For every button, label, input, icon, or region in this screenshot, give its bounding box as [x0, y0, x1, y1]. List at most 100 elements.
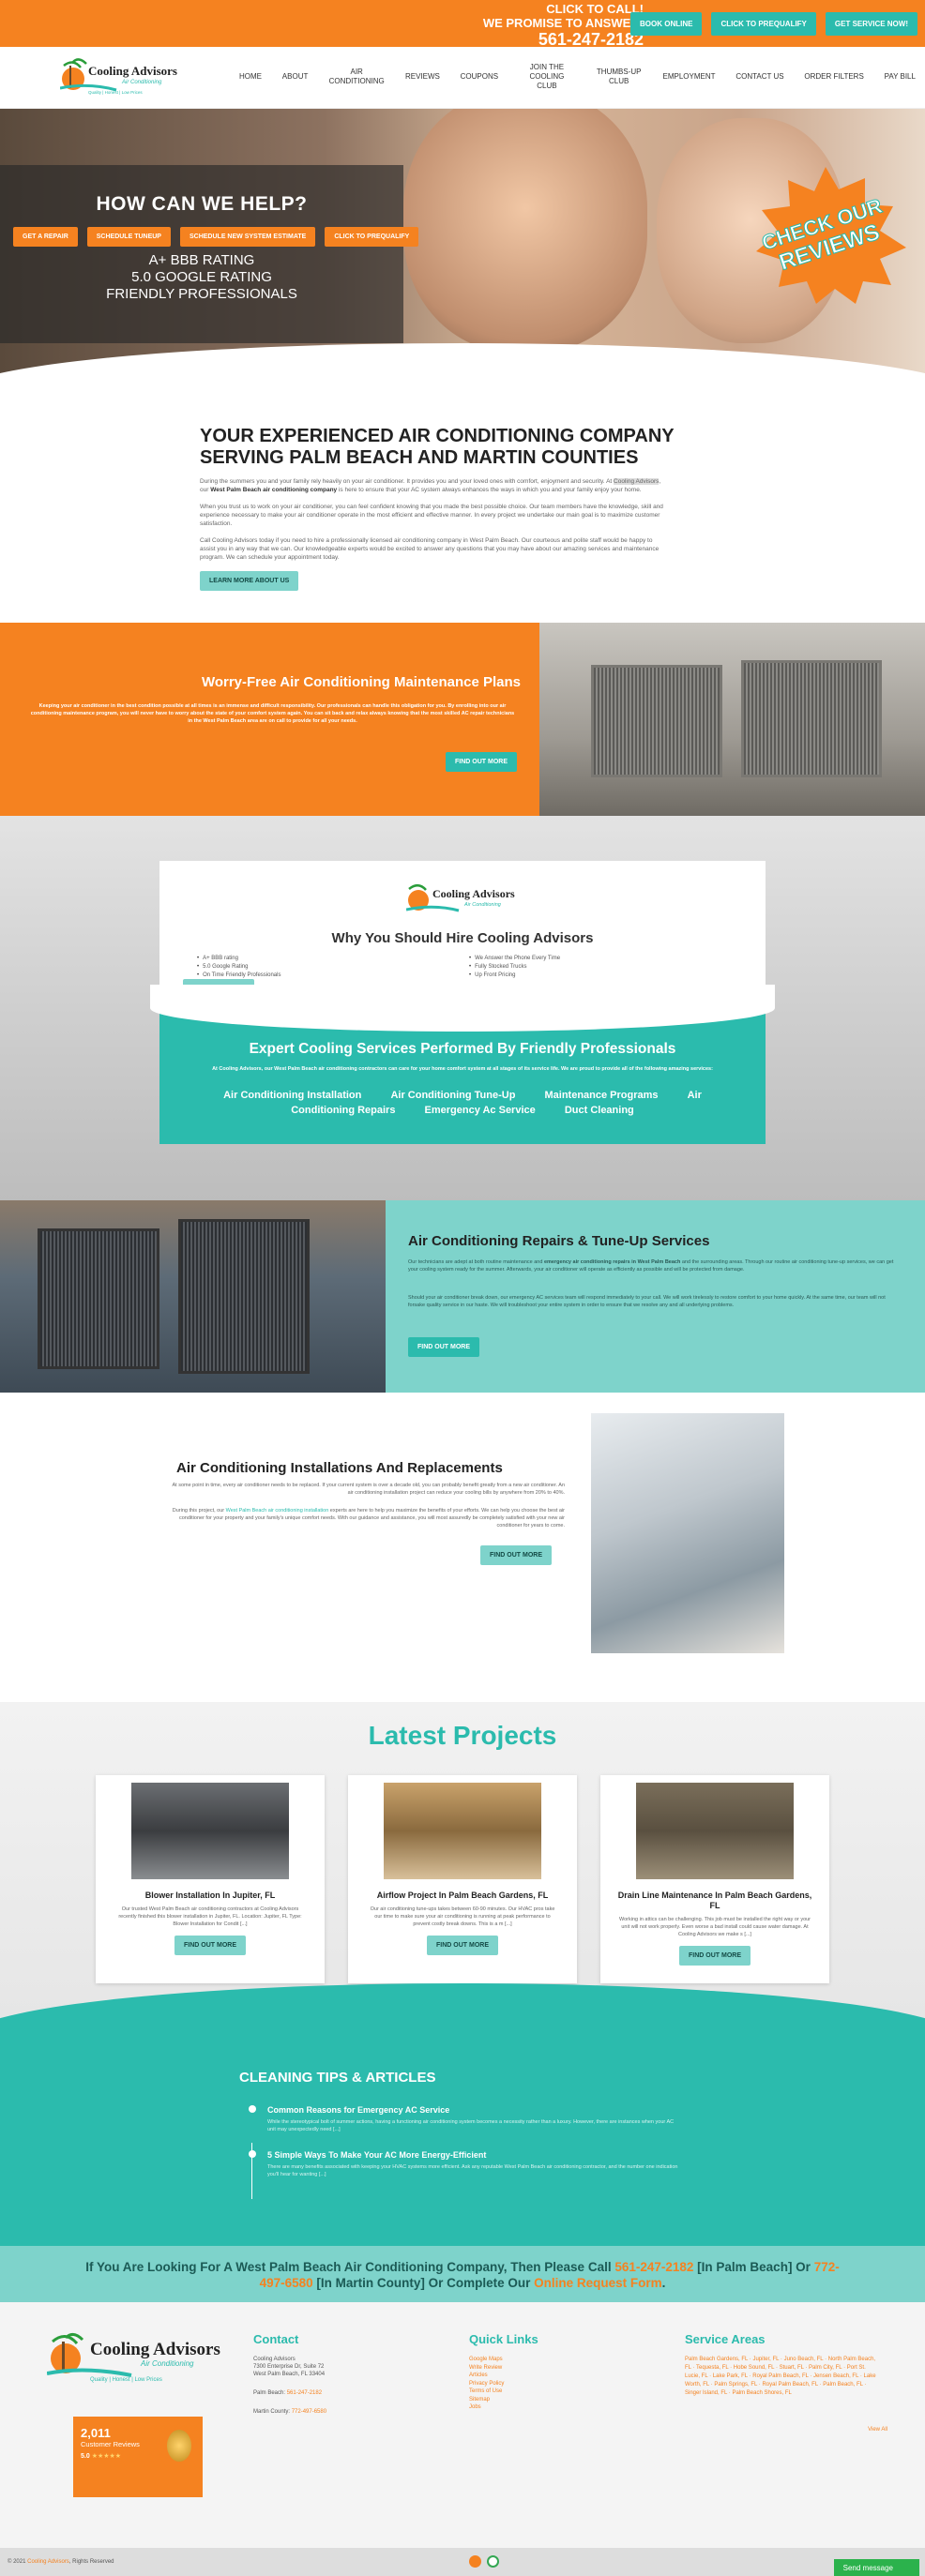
site-logo[interactable]: Cooling Advisors Air Conditioning Qualit…: [60, 56, 182, 98]
intro-paragraph-1: During the summers you and your family r…: [200, 478, 661, 493]
footer-link[interactable]: Articles: [469, 2372, 538, 2380]
main-nav: HOME ABOUT AIR CONDITIONING REVIEWS COUP…: [239, 58, 916, 96]
install-find-out-button[interactable]: FIND OUT MORE: [480, 1545, 552, 1565]
nav-thumbs-up-club[interactable]: THUMBS-UP CLUB: [596, 68, 643, 86]
intro-paragraph-2: When you trust us to work on your air co…: [200, 504, 663, 527]
expert-text: At Cooling Advisors, our West Palm Beach…: [212, 1066, 713, 1072]
latest-projects-section: Latest Projects Blower Installation In J…: [0, 1702, 925, 2021]
footer-logo-sub: Air Conditioning: [140, 2359, 194, 2368]
project-find-out-button[interactable]: FIND OUT MORE: [174, 1936, 246, 1955]
ac-unit-left: [591, 665, 722, 777]
list-item: Up Front Pricing: [469, 972, 560, 980]
projects-title: Latest Projects: [368, 1721, 557, 1750]
maintenance-text: Keeping your air conditioner in the best…: [30, 703, 515, 724]
facebook-icon[interactable]: [469, 2555, 481, 2568]
send-message-button[interactable]: Send message: [833, 2559, 919, 2576]
project-find-out-button[interactable]: FIND OUT MORE: [679, 1946, 751, 1966]
tip-item[interactable]: 5 Simple Ways To Make Your AC More Energ…: [249, 2150, 680, 2178]
repairs-find-out-button[interactable]: FIND OUT MORE: [408, 1337, 479, 1357]
nav-contact[interactable]: CONTACT US: [735, 72, 783, 82]
service-link[interactable]: Emergency Ac Service: [425, 1105, 536, 1116]
repairs-title: Air Conditioning Repairs & Tune-Up Servi…: [408, 1233, 710, 1249]
service-link[interactable]: Air Conditioning Installation: [223, 1090, 361, 1101]
site-footer: Cooling Advisors Air Conditioning Qualit…: [0, 2302, 925, 2548]
service-link[interactable]: Maintenance Programs: [545, 1090, 659, 1101]
prequalify-button[interactable]: CLICK TO PREQUALIFY: [711, 12, 816, 36]
schedule-tuneup-button[interactable]: SCHEDULE TUNEUP: [86, 227, 171, 247]
maintenance-section: Worry-Free Air Conditioning Maintenance …: [0, 623, 925, 816]
cta-phone-palm[interactable]: 561-247-2182: [614, 2260, 693, 2274]
click-to-call[interactable]: CLICK TO CALL! WE PROMISE TO ANSWER! 561…: [483, 2, 644, 49]
footer-link[interactable]: Sitemap: [469, 2396, 538, 2404]
get-service-button[interactable]: GET SERVICE NOW!: [825, 12, 917, 36]
tip-item[interactable]: Common Reasons for Emergency AC Service …: [249, 2105, 680, 2133]
tip-text: While the stereotypical bolt of summer a…: [267, 2119, 675, 2132]
tip-title[interactable]: 5 Simple Ways To Make Your AC More Energ…: [267, 2150, 680, 2160]
nav-reviews[interactable]: REVIEWS: [405, 72, 440, 82]
project-card[interactable]: Blower Installation In Jupiter, FL Our t…: [96, 1775, 325, 1983]
service-link[interactable]: Air Conditioning Tune-Up: [390, 1090, 515, 1101]
rating-google: 5.0 GOOGLE RATING: [131, 269, 272, 285]
nav-about[interactable]: ABOUT: [282, 72, 309, 82]
nav-employment[interactable]: EMPLOYMENT: [663, 72, 716, 82]
footer-contact: Contact Cooling Advisors 7300 Enterprise…: [253, 2332, 326, 2416]
footer-quick-links: Quick Links Google Maps Write Review Art…: [469, 2332, 538, 2412]
learn-more-button[interactable]: LEARN MORE ABOUT US: [200, 571, 299, 591]
install-link[interactable]: West Palm Beach air conditioning install…: [226, 1508, 329, 1514]
install-paragraph-1: At some point in time, every air conditi…: [172, 1483, 565, 1496]
project-text: Our trusted West Palm Beach air conditio…: [118, 1906, 302, 1927]
project-find-out-button[interactable]: FIND OUT MORE: [427, 1936, 498, 1955]
reviews-widget[interactable]: 2,011 Customer Reviews 5.0 ★★★★★: [73, 2417, 203, 2497]
nav-pay-bill[interactable]: PAY BILL: [885, 72, 916, 82]
copyright-link[interactable]: Cooling Advisors: [27, 2559, 69, 2565]
hero-ratings: A+ BBB RATING 5.0 GOOGLE RATING FRIENDLY…: [0, 252, 403, 303]
nav-cooling-club[interactable]: JOIN THE COOLING CLUB: [519, 63, 575, 91]
project-text: Working in attics can be challenging. Th…: [619, 1917, 811, 1937]
service-areas-list[interactable]: Palm Beach Gardens, FL · Jupiter, FL · J…: [685, 2356, 882, 2398]
service-link[interactable]: Conditioning Repairs: [291, 1105, 395, 1116]
tip-title[interactable]: Common Reasons for Emergency AC Service: [267, 2105, 680, 2115]
check-reviews-badge[interactable]: CHECK OUR REVIEWS: [741, 165, 910, 306]
star-icons: ★★★★★: [91, 2453, 122, 2460]
bullet-icon: [249, 2150, 256, 2158]
logo-sub: Air Conditioning: [121, 80, 162, 85]
project-card[interactable]: Drain Line Maintenance In Palm Beach Gar…: [600, 1775, 829, 1983]
footer-link[interactable]: Terms of Use: [469, 2388, 538, 2396]
contact-name: Cooling Advisors: [253, 2357, 296, 2362]
cta-request-form-link[interactable]: Online Request Form: [534, 2276, 662, 2290]
expert-services-box: Expert Cooling Services Performed By Fri…: [150, 985, 775, 1144]
footer-link[interactable]: Jobs: [469, 2403, 538, 2412]
why-logo: Cooling Advisors Air Conditioning: [406, 884, 515, 912]
footer-link[interactable]: Privacy Policy: [469, 2380, 538, 2388]
list-item: We Answer the Phone Every Time: [469, 955, 560, 963]
nav-air-conditioning[interactable]: AIR CONDITIONING: [328, 68, 385, 86]
footer-link[interactable]: Write Review: [469, 2364, 538, 2373]
award-medal-icon: [167, 2430, 191, 2462]
contact-address-2: West Palm Beach, FL 33404: [253, 2372, 326, 2377]
google-icon[interactable]: [487, 2555, 499, 2568]
nav-home[interactable]: HOME: [239, 72, 262, 82]
nav-coupons[interactable]: COUPONS: [461, 72, 498, 82]
ac-unit-right: [741, 660, 882, 777]
view-all-link[interactable]: View All: [868, 2427, 887, 2433]
bullet-icon: [249, 2105, 256, 2113]
project-title: Airflow Project In Palm Beach Gardens, F…: [376, 1891, 549, 1900]
top-bar: CLICK TO CALL! WE PROMISE TO ANSWER! 561…: [0, 0, 925, 49]
project-card[interactable]: Airflow Project In Palm Beach Gardens, F…: [348, 1775, 577, 1983]
call-line2: WE PROMISE TO ANSWER!: [482, 16, 644, 30]
book-online-button[interactable]: BOOK ONLINE: [630, 12, 703, 36]
hero-photo-man: [403, 109, 647, 353]
schedule-estimate-button[interactable]: SCHEDULE NEW SYSTEM ESTIMATE: [179, 227, 316, 247]
top-phone-link[interactable]: 561-247-2182: [483, 30, 644, 49]
hero-prequalify-button[interactable]: CLICK TO PREQUALIFY: [325, 227, 419, 247]
install-paragraph-2: During this project, our West Palm Beach…: [172, 1508, 565, 1529]
footer-link[interactable]: Google Maps: [469, 2356, 538, 2364]
maintenance-find-out-button[interactable]: FIND OUT MORE: [446, 752, 517, 772]
get-repair-button[interactable]: GET A REPAIR: [13, 227, 78, 247]
nav-order-filters[interactable]: ORDER FILTERS: [804, 72, 863, 82]
why-logo-sub: Air Conditioning: [463, 902, 502, 908]
service-link[interactable]: Duct Cleaning: [565, 1105, 634, 1116]
footer-logo[interactable]: Cooling Advisors Air Conditioning Qualit…: [47, 2328, 235, 2385]
service-link[interactable]: Air: [688, 1090, 702, 1101]
project-image: [636, 1783, 794, 1879]
